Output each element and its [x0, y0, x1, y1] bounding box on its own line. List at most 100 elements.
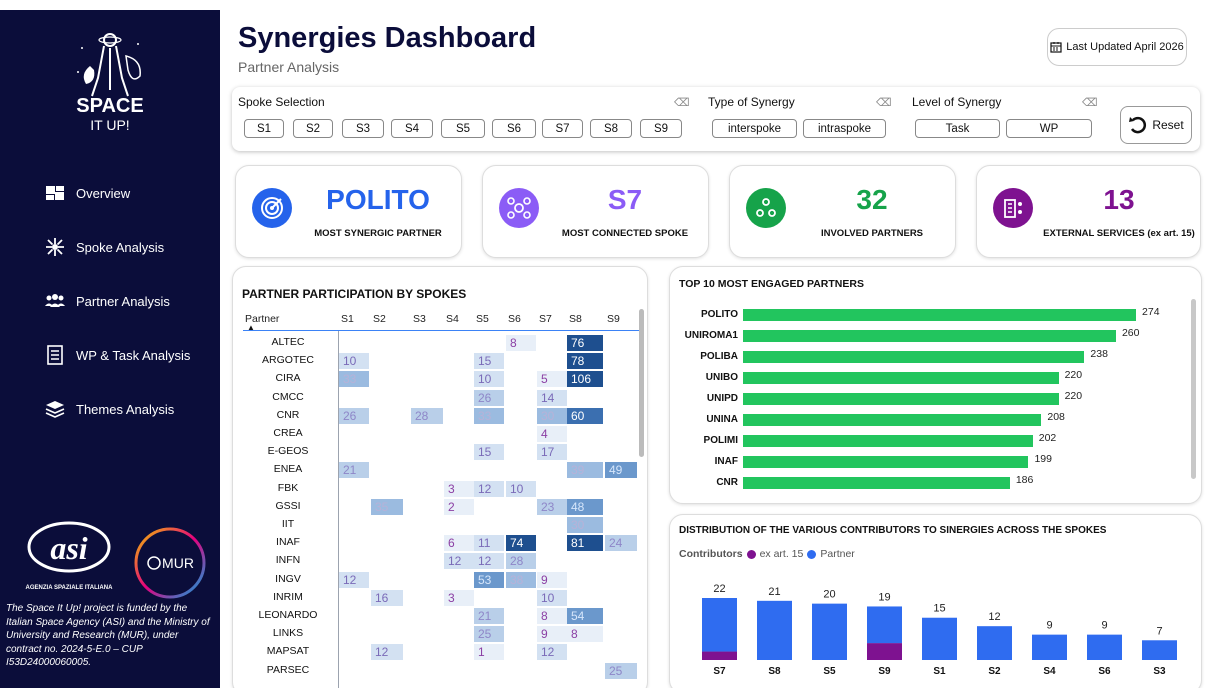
matrix-cell[interactable]: 16	[371, 589, 403, 606]
matrix-cell[interactable]: 4	[537, 426, 567, 442]
matrix-cell[interactable]: 3	[444, 480, 474, 497]
spoke-chip-s3[interactable]: S3	[342, 119, 384, 138]
column-header-s4[interactable]: S4	[446, 313, 459, 325]
matrix-cell[interactable]: 76	[567, 335, 603, 351]
stack-segment-partner[interactable]	[702, 598, 737, 652]
matrix-cell[interactable]: 12	[537, 644, 567, 661]
matrix-cell[interactable]: 3	[444, 589, 474, 606]
stack-segment-partner[interactable]	[977, 626, 1012, 660]
matrix-cell[interactable]: 9	[537, 571, 567, 588]
stack-segment-ex-art[interactable]	[867, 643, 902, 660]
spoke-chip-s6[interactable]: S6	[492, 119, 536, 138]
matrix-cell[interactable]: 15	[474, 353, 504, 370]
matrix-cell[interactable]: 30	[537, 407, 567, 424]
stack-segment-partner[interactable]	[1087, 634, 1122, 660]
column-header-s7[interactable]: S7	[539, 313, 552, 325]
reset-button[interactable]: Reset	[1120, 106, 1192, 144]
matrix-cell[interactable]: 74	[506, 535, 536, 552]
matrix-cell[interactable]: 8	[537, 608, 567, 624]
spoke-chip-s1[interactable]: S1	[244, 119, 284, 138]
matrix-cell[interactable]: 25	[474, 626, 504, 643]
matrix-cell[interactable]: 2	[444, 498, 474, 515]
bar-uniroma1[interactable]	[743, 330, 1116, 342]
bar-unibo[interactable]	[743, 372, 1059, 384]
matrix-cell[interactable]: 48	[567, 498, 603, 515]
matrix-cell[interactable]: 33	[339, 371, 369, 388]
matrix-cell[interactable]: 12	[474, 480, 504, 497]
matrix-cell[interactable]: 106	[567, 371, 603, 388]
column-header-s5[interactable]: S5	[476, 313, 489, 325]
stack-segment-partner[interactable]	[812, 603, 847, 660]
sidebar-item-spoke-analysis[interactable]: Spoke Analysis	[44, 236, 164, 258]
matrix-cell[interactable]: 39	[567, 462, 603, 479]
matrix-cell[interactable]: 24	[605, 535, 637, 552]
stack-segment-ex-art[interactable]	[702, 651, 737, 660]
matrix-cell[interactable]: 14	[537, 389, 567, 406]
matrix-cell[interactable]: 23	[537, 498, 567, 515]
matrix-cell[interactable]: 10	[474, 371, 504, 388]
matrix-cell[interactable]: 26	[339, 407, 369, 424]
spoke-chip-s9[interactable]: S9	[640, 119, 682, 138]
matrix-cell[interactable]: 10	[339, 353, 369, 370]
spoke-chip-s2[interactable]: S2	[293, 119, 333, 138]
matrix-cell[interactable]: 9	[537, 626, 567, 643]
matrix-cell[interactable]: 28	[506, 553, 536, 570]
matrix-cell[interactable]: 53	[474, 571, 504, 588]
column-header-s2[interactable]: S2	[373, 313, 386, 325]
clear-spoke-filter-icon[interactable]: ⌫	[674, 96, 690, 109]
column-header-s8[interactable]: S8	[569, 313, 582, 325]
matrix-cell[interactable]: 21	[339, 462, 369, 479]
matrix-cell[interactable]: 10	[506, 480, 536, 497]
clear-type-filter-icon[interactable]: ⌫	[876, 96, 892, 109]
clear-level-filter-icon[interactable]: ⌫	[1082, 96, 1098, 109]
stack-segment-partner[interactable]	[1142, 640, 1177, 660]
bar-inaf[interactable]	[743, 456, 1029, 468]
bar-polimi[interactable]	[743, 435, 1033, 447]
stack-segment-partner[interactable]	[1032, 634, 1067, 660]
matrix-cell[interactable]: 1	[474, 644, 504, 661]
matrix-cell[interactable]: 5	[537, 371, 567, 388]
matrix-cell[interactable]: 25	[605, 662, 637, 679]
spoke-chip-s8[interactable]: S8	[590, 119, 632, 138]
matrix-cell[interactable]: 8	[506, 335, 536, 351]
matrix-cell[interactable]: 11	[474, 535, 504, 552]
spoke-chip-s5[interactable]: S5	[441, 119, 485, 138]
matrix-cell[interactable]: 12	[339, 571, 369, 588]
matrix-cell[interactable]: 26	[474, 389, 504, 406]
matrix-cell[interactable]: 33	[474, 407, 504, 424]
vertical-scrollbar[interactable]	[1191, 299, 1196, 479]
matrix-cell[interactable]: 21	[474, 608, 504, 624]
bar-unina[interactable]	[743, 414, 1042, 426]
matrix-cell[interactable]: 35	[371, 498, 403, 515]
column-header-s9[interactable]: S9	[607, 313, 620, 325]
sidebar-item-wp-task-analysis[interactable]: WP & Task Analysis	[44, 344, 190, 366]
matrix-cell[interactable]: 10	[537, 589, 567, 606]
matrix-cell[interactable]: 60	[567, 407, 603, 424]
spoke-chip-s7[interactable]: S7	[542, 119, 583, 138]
matrix-cell[interactable]: 12	[371, 644, 403, 661]
matrix-cell[interactable]: 8	[567, 626, 603, 643]
matrix-cell[interactable]: 38	[506, 571, 536, 588]
bar-polito[interactable]	[743, 309, 1137, 321]
bar-poliba[interactable]	[743, 351, 1085, 363]
matrix-cell[interactable]: 28	[411, 407, 443, 424]
matrix-cell[interactable]: 6	[444, 535, 474, 552]
matrix-cell[interactable]: 17	[537, 444, 567, 461]
matrix-cell[interactable]: 81	[567, 535, 603, 552]
matrix-cell[interactable]: 78	[567, 353, 603, 370]
vertical-scrollbar[interactable]	[639, 309, 644, 457]
sidebar-item-overview[interactable]: Overview	[44, 182, 130, 204]
level-chip-wp[interactable]: WP	[1006, 119, 1092, 138]
sidebar-item-partner-analysis[interactable]: Partner Analysis	[44, 290, 170, 312]
matrix-cell[interactable]: 12	[444, 553, 474, 570]
matrix-cell[interactable]: 49	[605, 462, 637, 479]
bar-unipd[interactable]	[743, 393, 1059, 405]
sidebar-item-themes-analysis[interactable]: Themes Analysis	[44, 398, 174, 420]
spoke-chip-s4[interactable]: S4	[391, 119, 433, 138]
stack-segment-partner[interactable]	[922, 617, 957, 660]
column-header-s1[interactable]: S1	[341, 313, 354, 325]
stack-segment-partner[interactable]	[867, 606, 902, 644]
matrix-cell[interactable]: 30	[567, 517, 603, 533]
type-chip-intraspoke[interactable]: intraspoke	[803, 119, 886, 138]
matrix-cell[interactable]: 54	[567, 608, 603, 624]
